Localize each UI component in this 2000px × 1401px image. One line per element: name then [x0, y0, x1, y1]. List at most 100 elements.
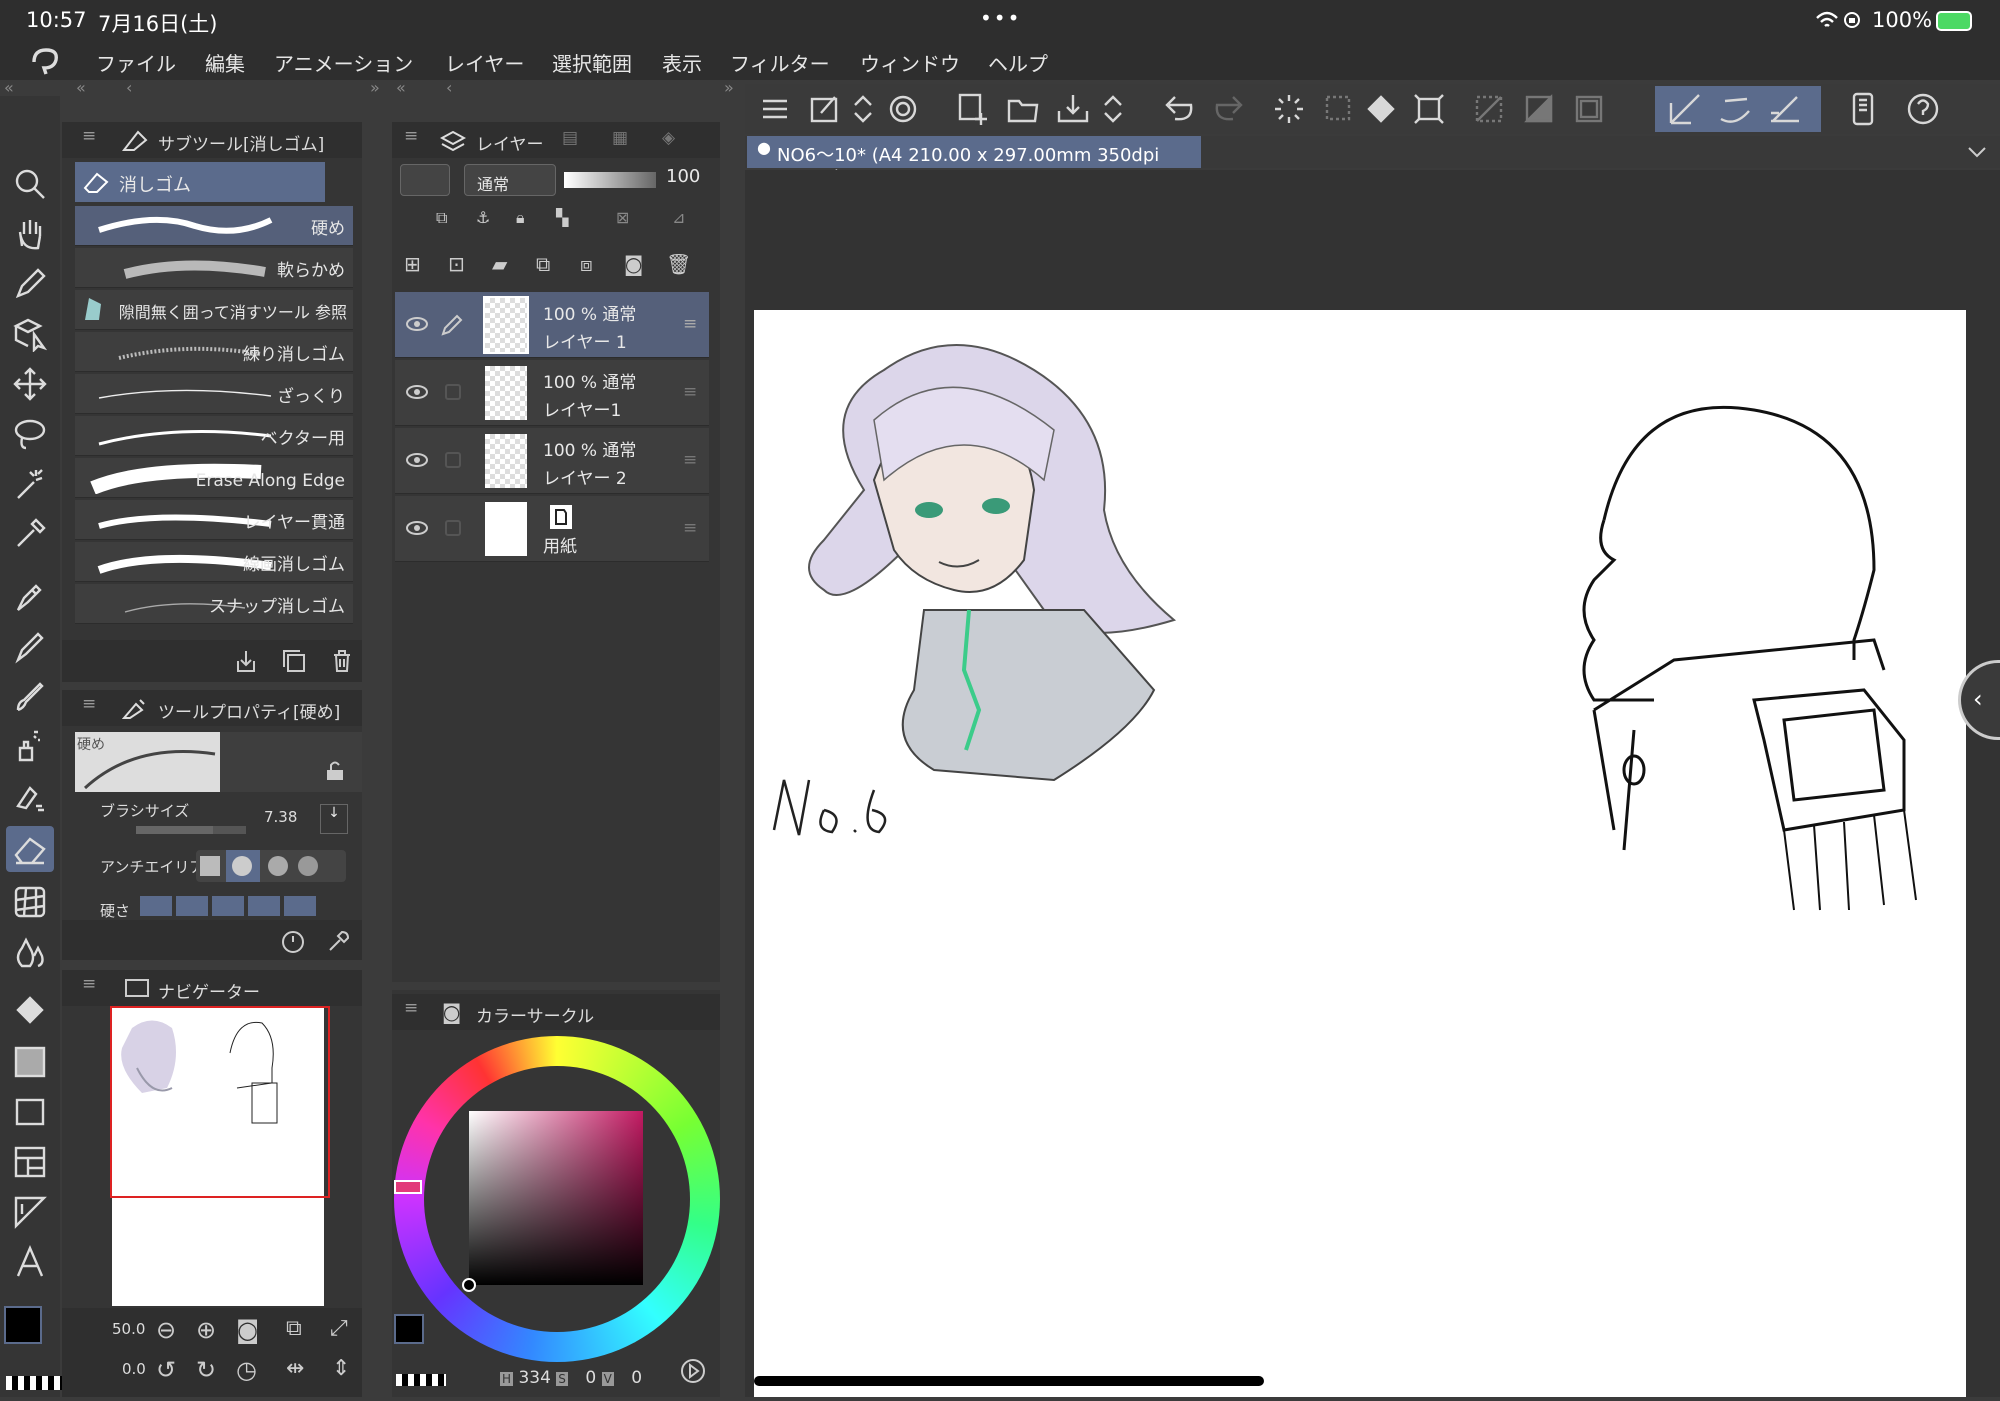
- new-raster-layer-icon[interactable]: ⊞: [404, 252, 421, 276]
- antialias-none-icon[interactable]: [200, 856, 220, 876]
- document-tab[interactable]: ● NO6～10* (A4 210.00 x 297.00mm 350dpi 5…: [747, 136, 1201, 188]
- transparent-color-swatch[interactable]: [6, 1376, 62, 1390]
- up-down-chevron-icon[interactable]: [1095, 91, 1131, 127]
- decoration-tool-icon[interactable]: [12, 778, 48, 814]
- figure-tool-icon[interactable]: [12, 1094, 48, 1130]
- menu-window[interactable]: ウィンドウ: [860, 48, 960, 77]
- brush-size-slider[interactable]: [136, 826, 246, 834]
- snap-grid-icon[interactable]: [1767, 91, 1803, 127]
- device-settings-icon[interactable]: [1845, 91, 1881, 127]
- move-tool-icon[interactable]: [12, 366, 48, 402]
- layer-row[interactable]: 100 % 通常 レイヤー1 ≡: [395, 360, 709, 426]
- app-logo-icon[interactable]: [28, 46, 62, 76]
- antialias-weak-icon[interactable]: [226, 850, 260, 882]
- layer-search-tab-icon[interactable]: ▦: [612, 128, 628, 148]
- menu-selection[interactable]: 選択範囲: [552, 48, 632, 77]
- lasso-tool-icon[interactable]: [12, 416, 48, 452]
- paper[interactable]: [754, 310, 1966, 1397]
- hardness-selector[interactable]: [140, 896, 320, 916]
- pencil-tool-icon[interactable]: [12, 628, 48, 664]
- deselect-icon[interactable]: [1471, 91, 1507, 127]
- grid-tool-icon[interactable]: [12, 884, 48, 920]
- panel-menu-icon[interactable]: ≡: [82, 126, 96, 146]
- main-color-swatch[interactable]: [4, 1306, 42, 1344]
- sv-handle[interactable]: [462, 1278, 476, 1292]
- magic-wand-icon[interactable]: [12, 466, 48, 502]
- blend-mode-select[interactable]: 通常: [464, 164, 556, 196]
- fill-bucket-icon[interactable]: [1363, 91, 1399, 127]
- multitask-dots[interactable]: •••: [980, 6, 1021, 30]
- blend-tool-icon[interactable]: [12, 934, 48, 970]
- layer-property-tab-icon[interactable]: ▤: [562, 128, 578, 148]
- fill-tool-icon[interactable]: [12, 994, 48, 1030]
- eyedropper-icon[interactable]: [12, 516, 48, 552]
- subtool-item[interactable]: ざっくり: [75, 374, 353, 414]
- download-icon[interactable]: [234, 649, 258, 673]
- loading-spinner-icon[interactable]: [1271, 91, 1307, 127]
- layer-menu-icon[interactable]: ≡: [683, 450, 701, 470]
- layer-row[interactable]: 用紙 ≡: [395, 496, 709, 562]
- layer-row[interactable]: 100 % 通常 レイヤー 1 ≡: [395, 292, 709, 358]
- layer-checkbox[interactable]: [445, 384, 461, 400]
- subtool-item[interactable]: 練り消しゴム: [75, 332, 353, 372]
- subtool-item[interactable]: 硬め: [75, 206, 353, 246]
- eye-icon[interactable]: [405, 518, 429, 538]
- lock-layer-icon[interactable]: 🔒︎: [516, 208, 525, 228]
- pen-tool-icon[interactable]: [12, 266, 48, 302]
- expand-right-icon[interactable]: »: [370, 78, 380, 97]
- trash-icon[interactable]: [330, 649, 354, 673]
- menu-animation[interactable]: アニメーション: [274, 48, 413, 77]
- layer-mask-icon[interactable]: ◙: [624, 252, 643, 276]
- menu-view[interactable]: 表示: [662, 48, 702, 77]
- companion-mode-icon[interactable]: [885, 91, 921, 127]
- save-icon[interactable]: [1055, 91, 1091, 127]
- gradient-tool-icon[interactable]: [12, 1044, 48, 1080]
- layer-menu-icon[interactable]: ≡: [683, 382, 701, 402]
- snap-special-ruler-icon[interactable]: [1717, 91, 1753, 127]
- edit-settings-icon[interactable]: [807, 91, 843, 127]
- reset-rotation-icon[interactable]: ◷: [236, 1356, 257, 1384]
- zoom-value[interactable]: 50.0: [112, 1320, 145, 1338]
- text-tool-icon[interactable]: [12, 1244, 48, 1280]
- zoom-in-icon[interactable]: ⊕: [196, 1316, 216, 1344]
- subtool-item[interactable]: 線画消しゴム: [75, 542, 353, 582]
- brush-size-value[interactable]: 7.38: [264, 808, 297, 826]
- panel-menu-icon[interactable]: ≡: [82, 974, 96, 994]
- main-color-swatch[interactable]: [394, 1314, 424, 1344]
- menu-help[interactable]: ヘルプ: [988, 48, 1048, 77]
- flip-vertical-icon[interactable]: ⇕: [332, 1356, 350, 1381]
- navigator-viewport-frame[interactable]: [110, 1006, 330, 1198]
- selection-lasso-icon[interactable]: [1321, 91, 1357, 127]
- layer-checkbox[interactable]: [445, 520, 461, 536]
- chevron-down-icon[interactable]: [1967, 144, 1987, 160]
- panel-menu-icon[interactable]: ≡: [82, 694, 96, 714]
- menu-edit[interactable]: 編集: [205, 48, 245, 77]
- timer-icon[interactable]: [280, 928, 306, 954]
- collapse-left-icon[interactable]: «: [76, 78, 86, 97]
- eye-icon[interactable]: [405, 450, 429, 470]
- redo-icon[interactable]: [1211, 91, 1247, 127]
- fullscreen-icon[interactable]: ⤢: [330, 1316, 348, 1341]
- fit-icon[interactable]: ◙: [236, 1316, 259, 1344]
- subtool-group-tab[interactable]: 消しゴム: [75, 162, 325, 202]
- opacity-value[interactable]: 100: [666, 166, 700, 187]
- collapse-left-icon[interactable]: «: [396, 78, 406, 97]
- saturation-value-square[interactable]: [469, 1111, 643, 1285]
- eraser-tool-icon[interactable]: [12, 831, 48, 867]
- transfer-down-icon[interactable]: ⧉: [536, 252, 550, 276]
- hamburger-menu-icon[interactable]: [757, 91, 793, 127]
- new-canvas-icon[interactable]: [955, 91, 991, 127]
- chevron-left-icon[interactable]: ‹: [446, 78, 452, 97]
- zoom-out-icon[interactable]: ⊖: [156, 1316, 176, 1344]
- collapse-left-icon[interactable]: «: [4, 78, 14, 97]
- ruler-tool-icon[interactable]: [12, 1194, 48, 1230]
- transparent-color-swatch[interactable]: [396, 1374, 446, 1386]
- antialias-selector[interactable]: [196, 850, 346, 882]
- rotation-value[interactable]: 0.0: [122, 1360, 146, 1378]
- new-vector-layer-icon[interactable]: ⊡: [448, 252, 465, 276]
- help-icon[interactable]: [1905, 91, 1941, 127]
- rotate-right-icon[interactable]: ↻: [196, 1356, 216, 1384]
- subtool-item[interactable]: スナップ消しゴム: [75, 584, 353, 624]
- layer-color-selector[interactable]: [400, 164, 450, 196]
- snap-ruler-icon[interactable]: [1667, 91, 1703, 127]
